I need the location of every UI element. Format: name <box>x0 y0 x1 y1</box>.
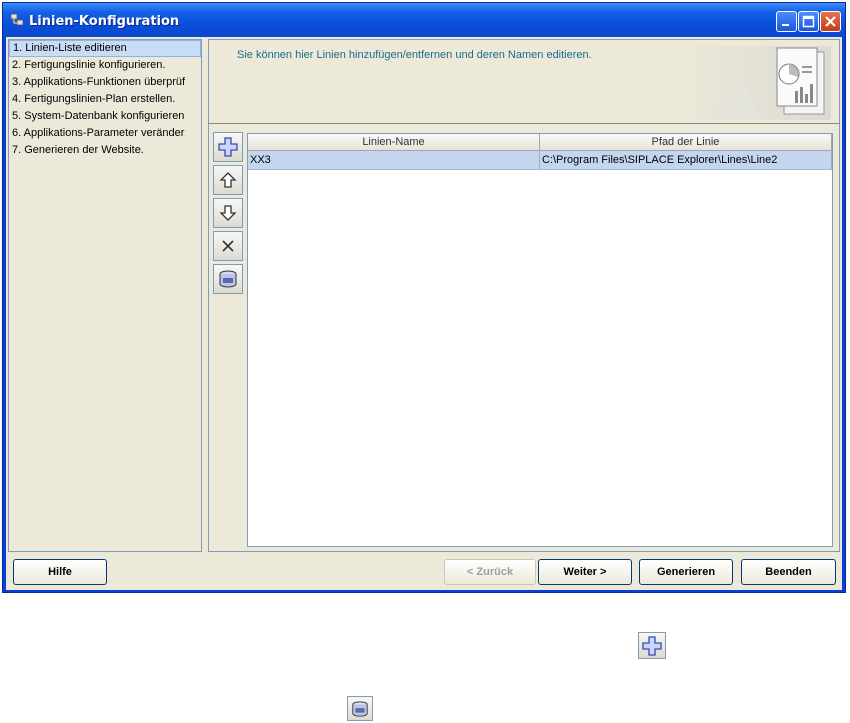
line-toolbar <box>213 132 245 297</box>
dialog-client: 1. Linien-Liste editieren 2. Fertigungsl… <box>6 37 842 590</box>
main-window: Linien-Konfiguration 1. Linien-Liste edi… <box>2 2 846 593</box>
step-item-3[interactable]: 3. Applikations-Funktionen überprüf <box>9 74 201 91</box>
maximize-icon <box>802 15 815 28</box>
column-header-path[interactable]: Pfad der Linie <box>540 134 832 150</box>
add-icon <box>218 137 238 157</box>
add-icon-reference <box>638 632 666 659</box>
close-button[interactable] <box>820 11 841 32</box>
button-bar: Hilfe < Zurück Weiter > Generieren Beend… <box>6 555 842 590</box>
minimize-icon <box>782 24 789 26</box>
database-button[interactable] <box>213 264 243 294</box>
window-title: Linien-Konfiguration <box>29 14 180 29</box>
table-row[interactable]: XX3 C:\Program Files\SIPLACE Explorer\Li… <box>248 151 832 170</box>
next-button[interactable]: Weiter > <box>538 559 632 585</box>
close-icon <box>825 16 836 27</box>
column-header-name[interactable]: Linien-Name <box>248 134 540 150</box>
cell-line-path[interactable]: C:\Program Files\SIPLACE Explorer\Lines\… <box>540 151 832 169</box>
app-icon <box>10 13 24 26</box>
minimize-button[interactable] <box>776 11 797 32</box>
add-line-button[interactable] <box>213 132 243 162</box>
steps-list: 1. Linien-Liste editieren 2. Fertigungsl… <box>8 39 202 552</box>
content-panel: Sie können hier Linien hinzufügen/entfer… <box>208 39 840 552</box>
arrow-down-icon <box>219 205 237 221</box>
step-item-4[interactable]: 4. Fertigungslinien-Plan erstellen. <box>9 91 201 108</box>
generate-button[interactable]: Generieren <box>639 559 733 585</box>
step-item-2[interactable]: 2. Fertigungslinie konfigurieren. <box>9 57 201 74</box>
title-bar[interactable]: Linien-Konfiguration <box>3 3 845 39</box>
wizard-graphic-icon <box>671 46 831 120</box>
back-button[interactable]: < Zurück <box>444 559 536 585</box>
header-description: Sie können hier Linien hinzufügen/entfer… <box>237 49 592 61</box>
maximize-button[interactable] <box>798 11 819 32</box>
move-up-button[interactable] <box>213 165 243 195</box>
add-icon <box>642 635 662 656</box>
help-button[interactable]: Hilfe <box>13 559 107 585</box>
move-down-button[interactable] <box>213 198 243 228</box>
lines-table[interactable]: Linien-Name Pfad der Linie XX3 C:\Progra… <box>247 133 833 547</box>
delete-icon <box>222 240 234 252</box>
database-icon <box>219 270 237 288</box>
delete-line-button[interactable] <box>213 231 243 261</box>
step-item-5[interactable]: 5. System-Datenbank konfigurieren <box>9 108 201 125</box>
step-item-6[interactable]: 6. Applikations-Parameter veränder <box>9 125 201 142</box>
step-item-7[interactable]: 7. Generieren der Website. <box>9 142 201 159</box>
database-icon-reference <box>347 696 373 721</box>
arrow-up-icon <box>219 172 237 188</box>
database-icon <box>352 700 368 717</box>
step-item-1[interactable]: 1. Linien-Liste editieren <box>9 40 201 57</box>
cell-line-name[interactable]: XX3 <box>248 151 540 169</box>
table-header: Linien-Name Pfad der Linie <box>248 134 832 151</box>
finish-button[interactable]: Beenden <box>741 559 836 585</box>
info-header: Sie können hier Linien hinzufügen/entfer… <box>209 40 839 124</box>
